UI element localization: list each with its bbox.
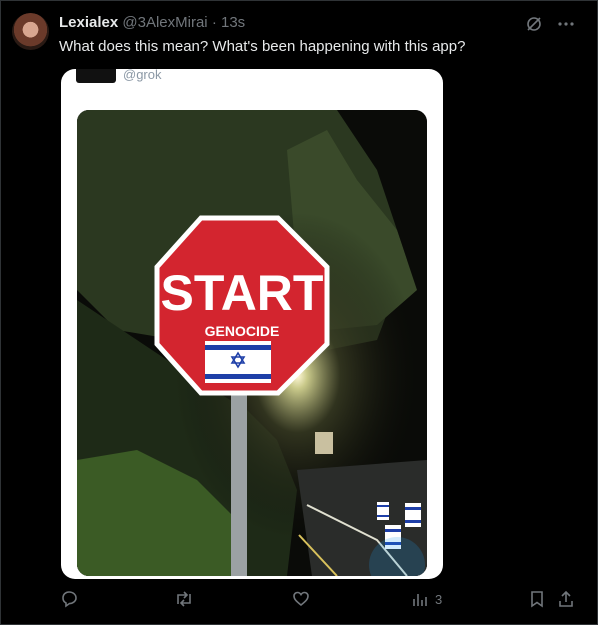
author-handle[interactable]: @3AlexMirai [122, 14, 207, 31]
bookmark-icon [531, 591, 543, 608]
views-count: 3 [435, 591, 443, 607]
views-button[interactable]: 3 [411, 590, 442, 608]
timestamp[interactable]: 13s [221, 14, 245, 31]
sign-sub-text: GENOCIDE [205, 323, 280, 339]
post-actions: 3 [0, 590, 598, 614]
author-name[interactable]: Lexialex [59, 14, 118, 31]
reply-icon [62, 591, 77, 608]
repost-icon [177, 591, 191, 607]
card-photo[interactable]: START GENOCIDE [77, 110, 427, 576]
share-button[interactable] [557, 590, 575, 608]
photo-illustration: START GENOCIDE [77, 110, 427, 576]
more-icon[interactable] [556, 14, 576, 34]
avatar[interactable] [12, 13, 49, 50]
separator-dot: · [211, 14, 217, 31]
post-text: What does this mean? What's been happeni… [59, 38, 466, 55]
embedded-card[interactable]: @grok START GENOCIDE [61, 69, 443, 579]
bookmark-button[interactable] [528, 590, 546, 608]
share-icon [559, 590, 573, 607]
grok-logo-icon [76, 69, 116, 83]
card-handle: @grok [123, 69, 162, 82]
grok-icon[interactable] [524, 14, 544, 34]
post-top-actions [524, 14, 576, 34]
repost-button[interactable] [174, 590, 194, 608]
sign-main-text: START [161, 265, 324, 321]
like-icon [293, 591, 309, 607]
like-button[interactable] [292, 590, 310, 608]
post-header: Lexialex @3AlexMirai · 13s [59, 13, 245, 33]
views-icon [413, 594, 427, 606]
reply-button[interactable] [60, 590, 78, 608]
